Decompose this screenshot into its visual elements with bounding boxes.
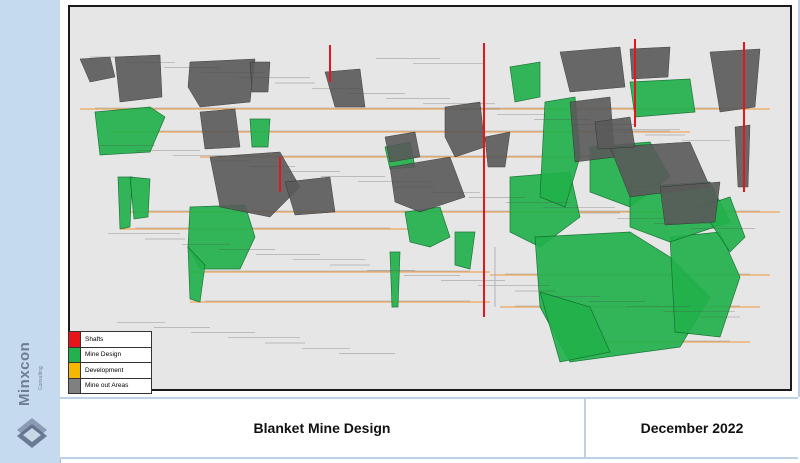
mined-out-area	[389, 156, 466, 213]
mined-out-area	[249, 61, 271, 93]
mine-design-area	[509, 61, 541, 103]
mine-design-area	[629, 78, 696, 118]
mine-design-area	[404, 206, 451, 248]
mine-design-area	[94, 106, 166, 156]
legend-label: Shafts	[85, 335, 104, 343]
legend-label: Mine Design	[85, 351, 122, 359]
legend-item-mine-out-areas: Mine out Areas	[69, 378, 151, 393]
mined-out-area	[187, 58, 256, 108]
legend-label: Development	[85, 366, 124, 374]
mined-out-area	[559, 46, 626, 93]
mined-out-area	[284, 176, 336, 216]
legend-item-shafts: Shafts	[69, 332, 151, 348]
legend-swatch-development	[69, 363, 81, 378]
mine-design-area	[454, 231, 476, 270]
brand-tagline: Consulting	[38, 366, 44, 390]
mine-design-area	[117, 176, 133, 230]
legend: Shafts Mine Design Development Mine out …	[68, 331, 152, 394]
mine-design-area	[389, 251, 401, 308]
legend-item-development: Development	[69, 363, 151, 379]
mine-design-area	[249, 118, 271, 148]
mined-out-area	[444, 101, 486, 158]
mine-section-drawing	[79, 39, 780, 363]
legend-swatch-mine-out-areas	[69, 378, 81, 393]
mine-section-view[interactable]	[68, 5, 792, 391]
page-date: December 2022	[640, 420, 744, 436]
minxcon-logo-icon	[17, 418, 47, 448]
legend-swatch-shafts	[69, 332, 81, 347]
sidebar: Minxcon Consulting	[0, 0, 61, 463]
mined-out-area	[79, 56, 116, 83]
mined-out-area	[659, 181, 721, 226]
mine-design-area	[129, 176, 151, 220]
footer: Blanket Mine Design December 2022	[60, 397, 798, 459]
legend-swatch-mine-design	[69, 347, 81, 362]
mined-out-area	[199, 108, 241, 150]
mined-out-area	[734, 124, 751, 188]
mined-out-area	[594, 116, 636, 150]
page-title: Blanket Mine Design	[60, 399, 586, 457]
legend-label: Mine out Areas	[85, 382, 129, 390]
brand-name: Minxcon	[16, 341, 33, 406]
mined-out-area	[484, 131, 511, 168]
legend-item-mine-design: Mine Design	[69, 347, 151, 363]
mined-out-area	[709, 48, 761, 113]
mined-out-area	[384, 131, 421, 163]
